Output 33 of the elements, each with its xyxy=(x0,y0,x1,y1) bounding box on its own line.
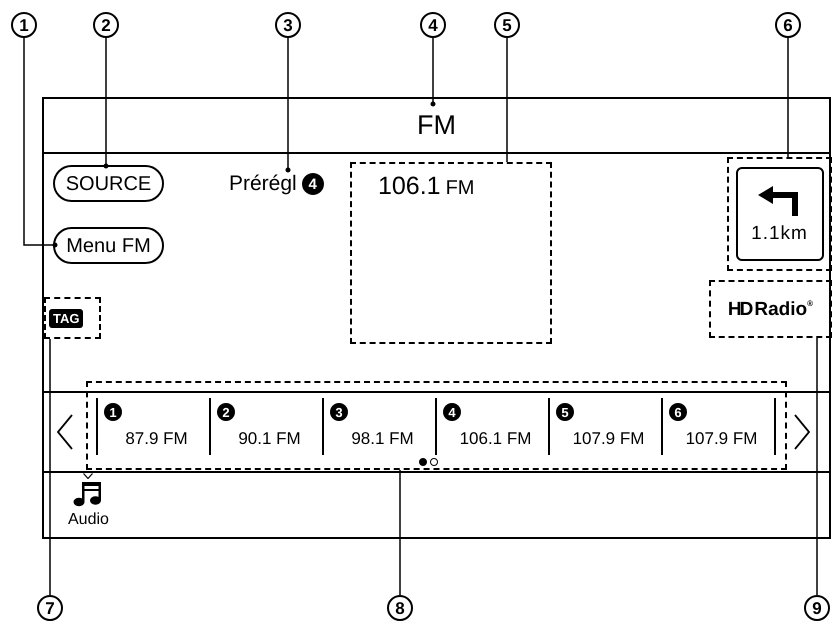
callout-number: 2 xyxy=(93,12,119,38)
chevron-left-icon xyxy=(57,414,73,450)
source-button[interactable]: SOURCE xyxy=(53,165,164,202)
callout-number: 6 xyxy=(775,12,801,38)
callout-number: 5 xyxy=(494,12,520,38)
audio-nav-button[interactable]: Audio xyxy=(68,473,109,528)
preset-button[interactable]: 1 87.9 FM xyxy=(96,398,209,455)
preset-button[interactable]: 3 98.1 FM xyxy=(322,398,435,455)
chevron-right-icon xyxy=(794,414,810,450)
preset-button[interactable]: 2 90.1 FM xyxy=(209,398,322,455)
music-note-icon xyxy=(73,481,104,507)
callout-number: 1 xyxy=(11,12,37,38)
hd-radio-logo: HDRadio® xyxy=(728,300,814,318)
callout-number: 4 xyxy=(420,12,446,38)
preset-number-badge: 4 xyxy=(443,403,461,421)
preset-number-badge: 1 xyxy=(104,403,122,421)
preset-number-badge: 6 xyxy=(669,403,687,421)
tag-badge[interactable]: TAG xyxy=(49,308,84,328)
screen-title: FM xyxy=(417,112,456,139)
station-frequency: 106.1 FM xyxy=(378,174,474,199)
preset-number-badge: 5 xyxy=(556,403,574,421)
preset-number-badge: 4 xyxy=(302,173,324,195)
preset-number-badge: 2 xyxy=(217,403,235,421)
preset-label: Prérégl xyxy=(229,173,297,194)
callout-number: 7 xyxy=(37,595,63,621)
preset-button[interactable]: 4 106.1 FM xyxy=(435,398,548,455)
distance-text: 1.1km xyxy=(751,224,808,242)
preset-number-badge: 3 xyxy=(330,403,348,421)
callout-number: 9 xyxy=(804,595,830,621)
callout-number: 8 xyxy=(387,595,413,621)
menu-button[interactable]: Menu FM xyxy=(53,227,164,264)
callout-number: 3 xyxy=(275,12,301,38)
preset-button[interactable]: 5 107.9 FM xyxy=(548,398,661,455)
